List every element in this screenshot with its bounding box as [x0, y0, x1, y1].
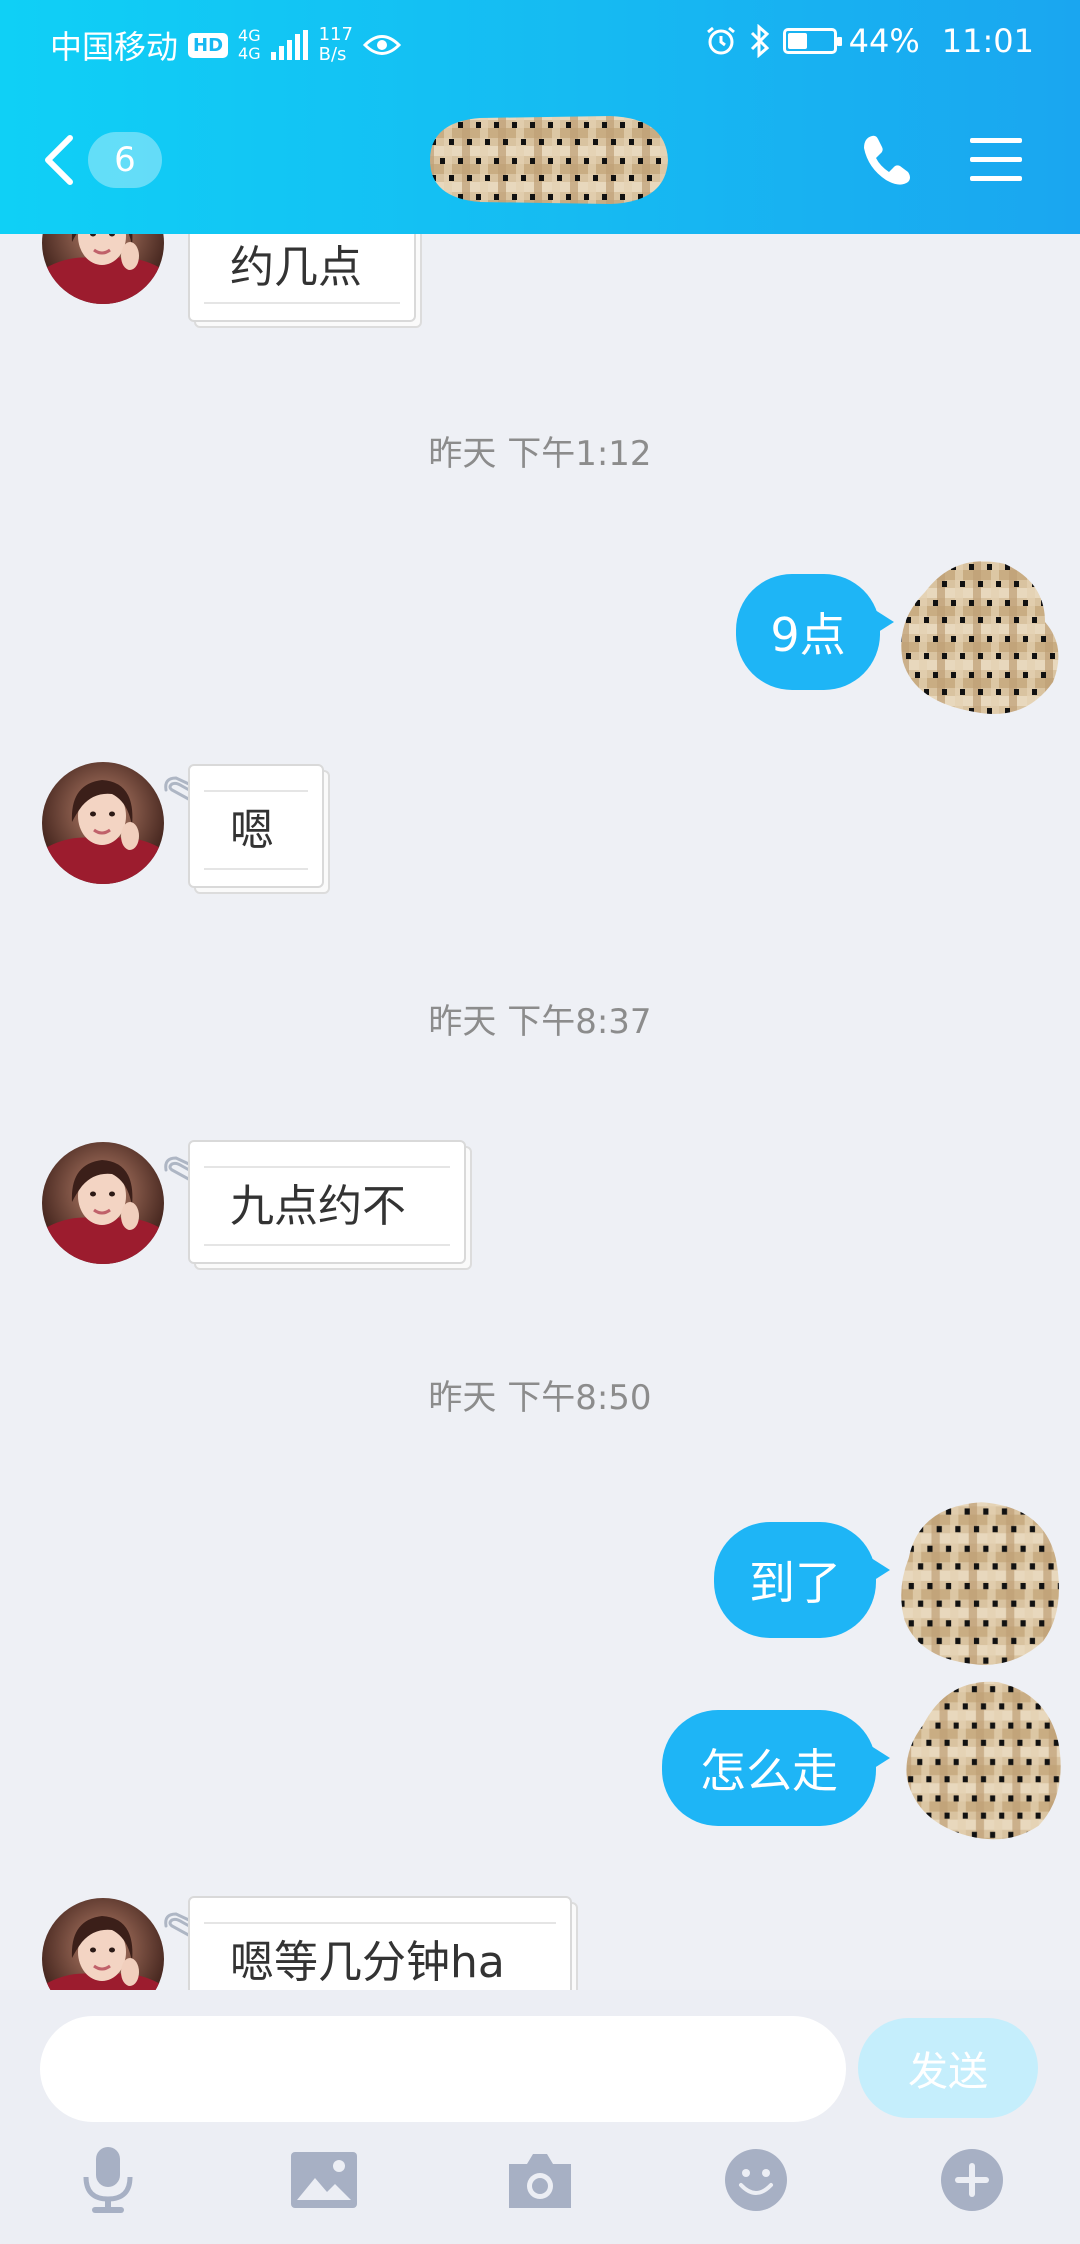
message-text: 9点	[770, 608, 846, 662]
emoji-icon	[725, 2149, 787, 2211]
chevron-left-icon	[45, 135, 73, 185]
carrier-name: 中国移动	[50, 28, 179, 66]
phone-icon[interactable]	[858, 130, 918, 190]
outgoing-message-bubble[interactable]: 到了	[714, 1522, 890, 1638]
message-timestamp: 昨天 下午1:12	[428, 434, 652, 474]
network-type-top: 4G	[238, 26, 261, 45]
image-icon	[291, 2152, 357, 2208]
contact-avatar[interactable]	[42, 762, 164, 884]
network-speed-unit: B/s	[318, 44, 347, 65]
own-avatar-redacted[interactable]	[886, 1496, 1066, 1672]
camera-button[interactable]	[500, 2140, 580, 2220]
photo-button[interactable]	[284, 2140, 364, 2220]
message-text: 约几点	[230, 242, 362, 293]
contact-avatar[interactable]	[42, 234, 164, 304]
send-button[interactable]: 发送	[858, 2018, 1038, 2118]
emoji-button[interactable]	[716, 2140, 796, 2220]
message-text: 嗯等几分钟ha	[230, 1937, 505, 1988]
signal-icon	[270, 30, 308, 60]
outgoing-message-bubble[interactable]: 9点	[736, 574, 894, 690]
message-text: 嗯	[230, 805, 274, 856]
alarm-icon	[706, 26, 735, 55]
battery-icon	[782, 28, 842, 54]
chat-header: 中国移动 HD 4G 4G 117 B/s 44% 11:01 6	[0, 0, 1080, 234]
status-bar: 中国移动 HD 4G 4G 117 B/s 44% 11:01	[0, 0, 1080, 90]
message-text: 九点约不	[230, 1181, 406, 1232]
more-button[interactable]	[932, 2140, 1012, 2220]
menu-icon[interactable]	[968, 132, 1024, 188]
bluetooth-icon	[750, 24, 769, 58]
status-time: 11:01	[941, 22, 1034, 60]
network-type-bottom: 4G	[238, 44, 261, 63]
message-timestamp: 昨天 下午8:37	[428, 1002, 652, 1042]
own-avatar-redacted[interactable]	[896, 1674, 1070, 1846]
incoming-message-bubble[interactable]: 嗯等几分钟ha	[188, 1896, 578, 1990]
voice-button[interactable]	[68, 2140, 148, 2220]
message-list[interactable]: 约几点 昨天 下午1:12 9点 嗯 昨天 下午8:37 九点约不 昨天 下午8…	[0, 234, 1080, 1990]
incoming-message-bubble[interactable]: 嗯	[188, 764, 330, 894]
network-speed: 117 B/s	[319, 25, 353, 65]
message-timestamp: 昨天 下午8:50	[428, 1378, 652, 1418]
incoming-message-bubble[interactable]: 约几点	[188, 234, 422, 328]
message-input[interactable]	[40, 2016, 846, 2122]
microphone-icon	[83, 2147, 133, 2213]
message-text: 到了	[749, 1556, 841, 1610]
contact-avatar[interactable]	[42, 1142, 164, 1264]
nav-bar: 6	[0, 110, 1080, 210]
battery-percent: 44%	[848, 22, 920, 60]
network-speed-value: 117	[318, 24, 353, 45]
outgoing-message-bubble[interactable]: 怎么走	[662, 1710, 890, 1826]
back-button[interactable]: 6	[44, 128, 174, 192]
eye-icon	[362, 35, 401, 55]
incoming-message-bubble[interactable]: 九点约不	[188, 1140, 472, 1270]
network-type: 4G 4G	[238, 27, 261, 63]
camera-icon	[509, 2154, 571, 2208]
own-avatar-redacted[interactable]	[892, 552, 1068, 722]
input-bar: 发送	[0, 1990, 1080, 2244]
contact-avatar[interactable]	[42, 1898, 164, 1990]
unread-count-badge: 6	[88, 132, 162, 188]
hd-badge: HD	[188, 32, 229, 58]
battery-fill	[787, 33, 807, 49]
message-text: 怎么走	[700, 1744, 838, 1798]
contact-name-redacted	[430, 116, 668, 204]
plus-icon	[941, 2149, 1003, 2211]
